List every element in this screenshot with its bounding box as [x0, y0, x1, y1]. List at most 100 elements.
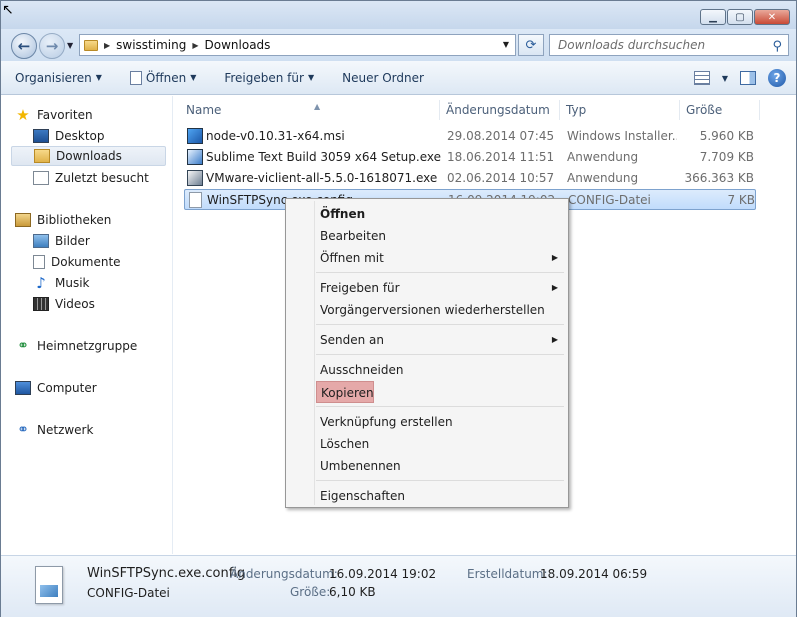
- organize-button[interactable]: Organisieren ▼: [1, 71, 116, 85]
- new-folder-button[interactable]: Neuer Ordner: [328, 71, 438, 85]
- preview-pane-icon[interactable]: [740, 71, 756, 85]
- chevron-down-icon: ▼: [190, 73, 197, 82]
- sidebar-item-pictures[interactable]: Bilder: [29, 231, 166, 251]
- menu-item-create-shortcut[interactable]: Verknüpfung erstellen: [316, 411, 566, 433]
- file-row[interactable]: node-v0.10.31-x64.msi 29.08.2014 07:45 W…: [184, 126, 756, 147]
- menu-item-delete[interactable]: Löschen: [316, 433, 566, 455]
- toolbar-right: ▼ ?: [693, 69, 786, 87]
- details-size-label: Größe:: [290, 585, 331, 599]
- view-options-icon[interactable]: [693, 71, 710, 85]
- refresh-button[interactable]: ⟳: [518, 34, 544, 56]
- recent-pages-dropdown-icon[interactable]: ▼: [67, 41, 73, 50]
- file-size: 366.363 KB: [684, 171, 754, 185]
- menu-item-restore[interactable]: Vorgängerversionen wiederherstellen: [316, 299, 566, 321]
- file-row[interactable]: Sublime Text Build 3059 x64 Setup.exe 18…: [184, 147, 756, 168]
- sort-ascending-icon: ▲: [314, 102, 321, 111]
- breadcrumb-separator-icon[interactable]: ▶: [104, 41, 110, 50]
- sidebar-item-network[interactable]: ⚭ Netzwerk: [11, 420, 166, 440]
- column-header-name[interactable]: Name ▲: [182, 100, 440, 120]
- sidebar-item-libraries[interactable]: Bibliotheken: [11, 210, 166, 230]
- details-modified-label: Änderungsdatum:: [230, 567, 338, 581]
- menu-item-share[interactable]: Freigeben für ▶: [316, 277, 566, 299]
- menu-item-cut[interactable]: Ausschneiden: [316, 359, 566, 381]
- column-header-type[interactable]: Typ: [562, 100, 680, 120]
- file-size: 5.960 KB: [699, 129, 754, 143]
- pictures-icon: [33, 234, 49, 248]
- menu-separator: [316, 406, 564, 407]
- search-icon[interactable]: ⚲: [772, 37, 782, 57]
- context-menu: Öffnen Bearbeiten Öffnen mit ▶ Freigeben…: [285, 198, 569, 508]
- open-button[interactable]: Öffnen ▼: [116, 70, 210, 85]
- details-modified-value: 16.09.2014 19:02: [329, 567, 437, 581]
- sidebar-item-music[interactable]: ♪ Musik: [29, 273, 166, 293]
- sidebar-item-label: Desktop: [55, 129, 105, 143]
- config-file-icon: [189, 192, 202, 208]
- sidebar-item-videos[interactable]: Videos: [29, 294, 166, 314]
- details-created-value: 18.09.2014 06:59: [540, 567, 648, 581]
- refresh-icon: ⟳: [525, 37, 537, 53]
- new-folder-label: Neuer Ordner: [342, 70, 424, 85]
- column-header-date[interactable]: Änderungsdatum: [442, 100, 560, 120]
- sidebar-item-documents[interactable]: Dokumente: [29, 252, 166, 272]
- menu-item-open-with[interactable]: Öffnen mit ▶: [316, 247, 566, 269]
- column-header-label: Größe: [686, 103, 723, 117]
- help-icon[interactable]: ?: [768, 69, 786, 87]
- sidebar-item-downloads[interactable]: Downloads: [11, 146, 166, 166]
- file-row[interactable]: VMware-viclient-all-5.5.0-1618071.exe 02…: [184, 168, 756, 189]
- menu-separator: [316, 480, 564, 481]
- folder-icon: [84, 39, 98, 51]
- title-bar[interactable]: ↖ ▁ ▢ ✕: [1, 1, 796, 29]
- sidebar-item-computer[interactable]: Computer: [11, 378, 166, 398]
- mouse-cursor-icon: ↖: [2, 2, 14, 18]
- share-label: Freigeben für: [224, 70, 304, 85]
- details-created-label: Erstelldatum:: [467, 567, 548, 581]
- column-header-label: Typ: [566, 103, 587, 117]
- menu-item-edit[interactable]: Bearbeiten: [316, 225, 566, 247]
- maximize-icon[interactable]: ▢: [727, 9, 753, 25]
- installer-icon: [187, 128, 203, 144]
- forward-button[interactable]: →: [39, 33, 65, 59]
- back-button[interactable]: ←: [11, 33, 37, 59]
- sidebar-item-label: Netzwerk: [37, 423, 94, 437]
- submenu-arrow-icon: ▶: [551, 253, 558, 262]
- chevron-down-icon: ▼: [307, 73, 315, 82]
- submenu-arrow-icon: ▶: [551, 335, 558, 344]
- search-input[interactable]: Downloads durchsuchen ⚲: [549, 34, 789, 56]
- sidebar-item-homegroup[interactable]: ⚭ Heimnetzgruppe: [11, 336, 166, 356]
- menu-item-label: Öffnen mit: [320, 251, 384, 265]
- menu-separator: [316, 354, 564, 355]
- share-button[interactable]: Freigeben für ▼: [210, 71, 328, 85]
- file-date: 29.08.2014 07:45: [447, 129, 555, 143]
- sidebar-item-label: Bilder: [55, 234, 90, 248]
- organize-label: Organisieren: [15, 70, 92, 85]
- application-icon: [187, 149, 203, 165]
- menu-item-rename[interactable]: Umbenennen: [316, 455, 566, 477]
- close-icon[interactable]: ✕: [754, 9, 790, 25]
- sidebar-item-favorites[interactable]: ★ Favoriten: [11, 105, 166, 125]
- menu-item-open[interactable]: Öffnen: [316, 203, 566, 225]
- breadcrumb-downloads[interactable]: Downloads: [205, 38, 271, 52]
- menu-item-properties[interactable]: Eigenschaften: [316, 485, 566, 507]
- computer-icon: [15, 381, 31, 395]
- breadcrumb-swisstiming[interactable]: swisstiming: [116, 38, 186, 52]
- sidebar-item-desktop[interactable]: Desktop: [29, 126, 166, 146]
- menu-item-send-to[interactable]: Senden an ▶: [316, 329, 566, 351]
- file-type: Anwendung: [567, 171, 639, 185]
- file-date: 18.06.2014 11:51: [447, 150, 555, 164]
- sidebar-item-label: Favoriten: [37, 108, 93, 122]
- network-icon: ⚭: [17, 422, 29, 438]
- details-size-value: 6,10 KB: [329, 585, 376, 599]
- minimize-icon[interactable]: ▁: [700, 9, 726, 25]
- sidebar-item-label: Musik: [55, 276, 90, 290]
- breadcrumb-separator-icon[interactable]: ▶: [192, 41, 198, 50]
- address-bar[interactable]: ▶ swisstiming ▶ Downloads ▼: [79, 34, 516, 56]
- menu-item-copy[interactable]: Kopieren: [316, 381, 374, 403]
- file-type: Windows Installer...: [567, 129, 677, 143]
- sidebar-item-recent[interactable]: Zuletzt besucht: [29, 168, 166, 188]
- library-icon: [15, 213, 31, 227]
- file-name: Sublime Text Build 3059 x64 Setup.exe: [206, 150, 441, 164]
- address-dropdown-icon[interactable]: ▼: [503, 40, 509, 49]
- view-dropdown-icon[interactable]: ▼: [722, 74, 728, 83]
- column-header-size[interactable]: Größe: [682, 100, 760, 120]
- menu-gutter: [314, 201, 315, 505]
